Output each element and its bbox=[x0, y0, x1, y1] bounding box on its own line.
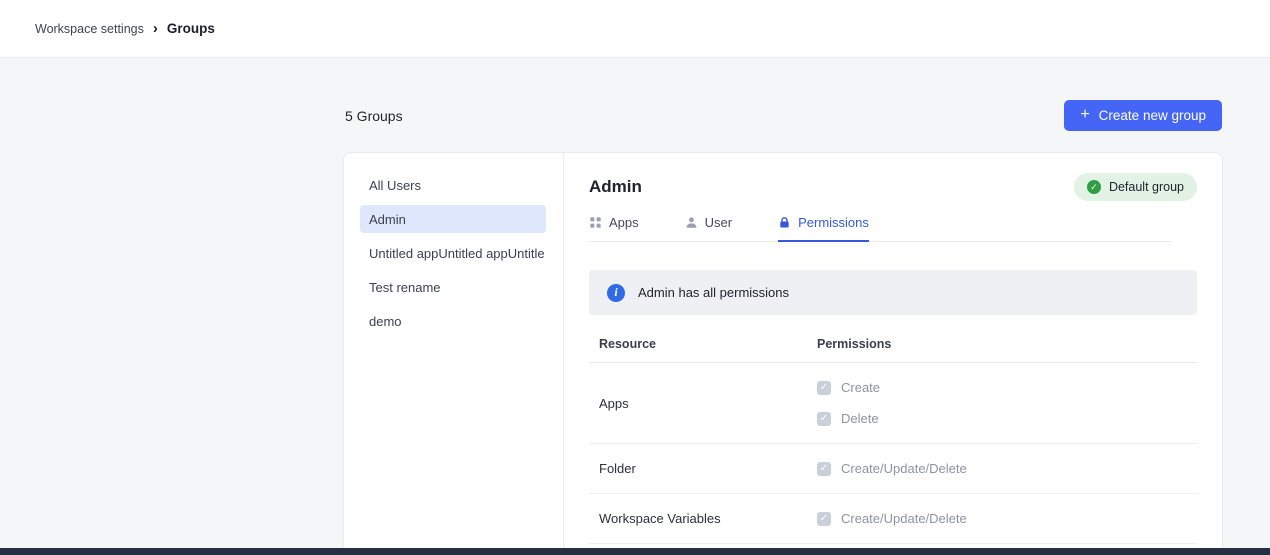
group-item-test-rename[interactable]: Test rename bbox=[360, 273, 546, 301]
info-icon: i bbox=[607, 284, 625, 302]
permissions-table-header: Resource Permissions bbox=[589, 325, 1197, 363]
tab-user-label: User bbox=[705, 215, 732, 230]
group-item-untitled-app[interactable]: Untitled appUntitled appUntitle… bbox=[360, 239, 546, 267]
checkbox-workspace-variables-cud[interactable]: ✓ bbox=[817, 512, 831, 526]
tab-apps-label: Apps bbox=[609, 215, 639, 230]
group-item-all-users[interactable]: All Users bbox=[360, 171, 546, 199]
permission-option: ✓ Create/Update/Delete bbox=[817, 453, 1197, 484]
permissions-info-text: Admin has all permissions bbox=[638, 285, 789, 300]
resource-label: Apps bbox=[599, 396, 817, 411]
permissions-cell: ✓ Create ✓ Delete bbox=[817, 372, 1197, 434]
group-detail-tabs: Apps User Permissions bbox=[589, 215, 1172, 242]
permission-option: ✓ Create/Update/Delete bbox=[817, 503, 1197, 534]
create-new-group-button[interactable]: + Create new group bbox=[1064, 100, 1222, 131]
permission-label: Delete bbox=[841, 411, 879, 426]
breadcrumb-groups: Groups bbox=[167, 21, 215, 36]
chevron-right-icon: › bbox=[153, 21, 158, 36]
check-circle-icon: ✓ bbox=[1087, 180, 1101, 194]
permission-option: ✓ Create bbox=[817, 372, 1197, 403]
resource-label: Folder bbox=[599, 461, 817, 476]
page: Workspace settings › Groups 5 Groups + C… bbox=[0, 0, 1270, 555]
group-detail-header: Admin ✓ Default group bbox=[589, 173, 1197, 201]
table-row-apps: Apps ✓ Create ✓ Delete bbox=[589, 363, 1197, 444]
group-list: All Users Admin Untitled appUntitled app… bbox=[344, 153, 564, 555]
groups-count-label: 5 Groups bbox=[345, 108, 403, 124]
table-row-workspace-variables: Workspace Variables ✓ Create/Update/Dele… bbox=[589, 494, 1197, 544]
column-header-resource: Resource bbox=[599, 337, 817, 351]
permission-label: Create/Update/Delete bbox=[841, 461, 967, 476]
create-new-group-label: Create new group bbox=[1099, 108, 1206, 123]
permissions-table: Resource Permissions Apps ✓ Create ✓ Del… bbox=[589, 325, 1197, 544]
user-icon bbox=[685, 216, 698, 229]
group-item-demo[interactable]: demo bbox=[360, 307, 546, 335]
permission-label: Create bbox=[841, 380, 880, 395]
checkbox-delete[interactable]: ✓ bbox=[817, 412, 831, 426]
checkbox-folder-cud[interactable]: ✓ bbox=[817, 462, 831, 476]
checkbox-create[interactable]: ✓ bbox=[817, 381, 831, 395]
table-row-folder: Folder ✓ Create/Update/Delete bbox=[589, 444, 1197, 494]
group-detail-panel: Admin ✓ Default group Apps bbox=[564, 153, 1222, 555]
tab-user[interactable]: User bbox=[685, 215, 732, 241]
group-title: Admin bbox=[589, 177, 642, 197]
grid-icon bbox=[589, 216, 602, 229]
breadcrumb-workspace-settings[interactable]: Workspace settings bbox=[35, 22, 144, 36]
permissions-cell: ✓ Create/Update/Delete bbox=[817, 453, 1197, 484]
plus-icon: + bbox=[1080, 107, 1089, 123]
tab-permissions-label: Permissions bbox=[798, 215, 869, 230]
bottom-bar bbox=[0, 548, 1270, 555]
lock-icon bbox=[778, 216, 791, 229]
groups-panel: All Users Admin Untitled appUntitled app… bbox=[343, 152, 1223, 555]
column-header-permissions: Permissions bbox=[817, 337, 1197, 351]
resource-label: Workspace Variables bbox=[599, 511, 817, 526]
default-group-badge-label: Default group bbox=[1109, 180, 1184, 194]
top-bar: Workspace settings › Groups bbox=[0, 0, 1270, 58]
default-group-badge: ✓ Default group bbox=[1074, 173, 1197, 201]
permissions-cell: ✓ Create/Update/Delete bbox=[817, 503, 1197, 534]
tab-apps[interactable]: Apps bbox=[589, 215, 639, 241]
group-item-admin[interactable]: Admin bbox=[360, 205, 546, 233]
permissions-info-banner: i Admin has all permissions bbox=[589, 270, 1197, 315]
tab-permissions[interactable]: Permissions bbox=[778, 215, 869, 241]
permission-option: ✓ Delete bbox=[817, 403, 1197, 434]
permission-label: Create/Update/Delete bbox=[841, 511, 967, 526]
